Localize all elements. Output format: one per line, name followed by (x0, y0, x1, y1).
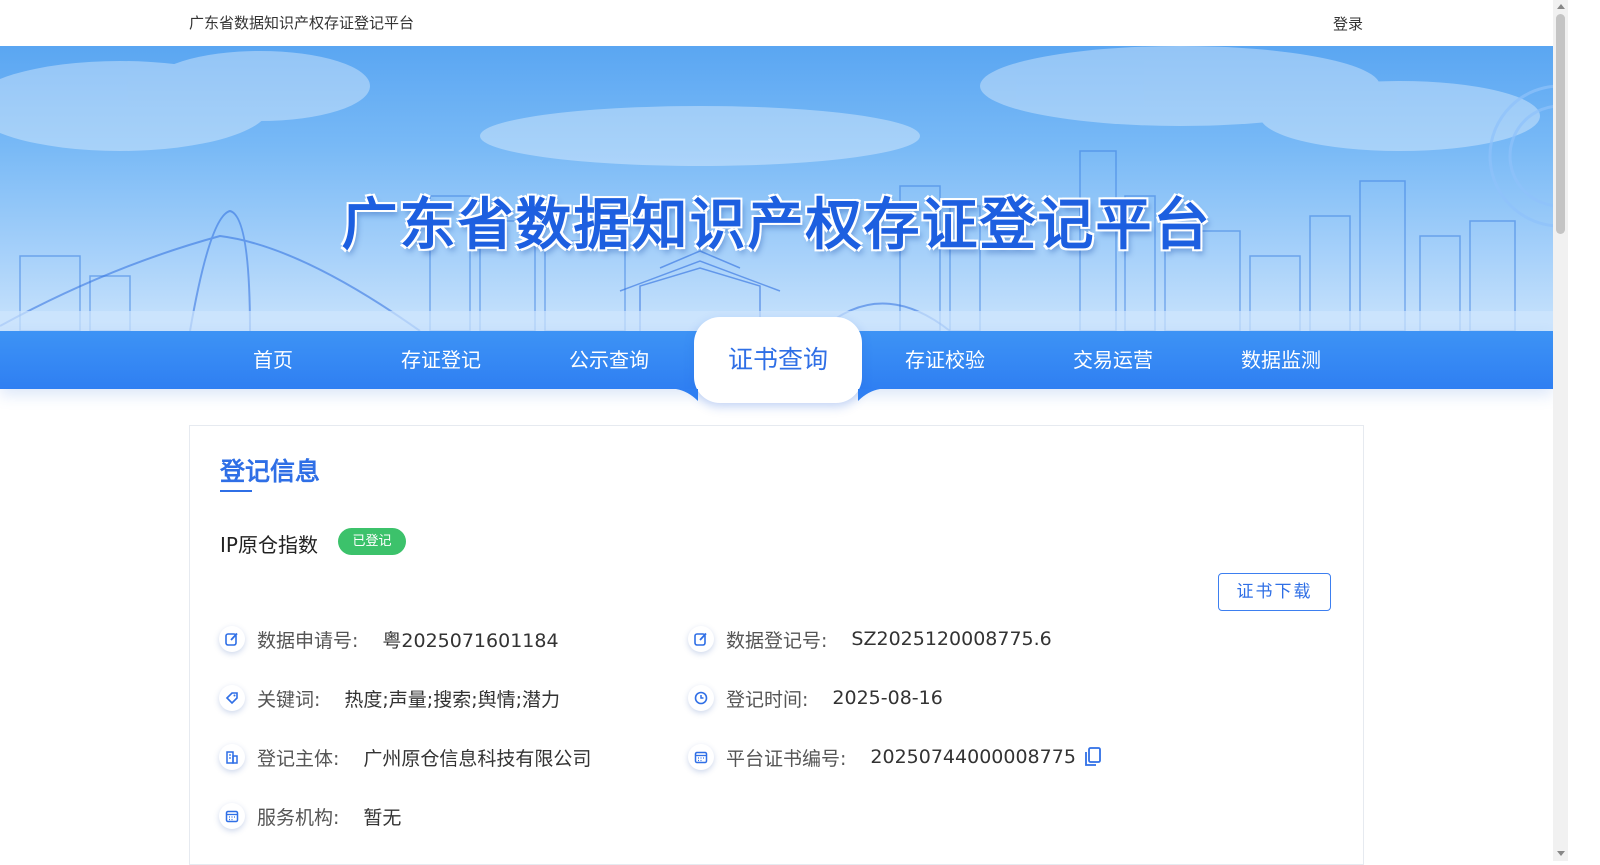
scroll-up-arrow-icon[interactable] (1557, 4, 1565, 9)
scroll-down-arrow-icon[interactable] (1557, 851, 1565, 856)
building-icon (219, 744, 245, 770)
nav-item-evidence-verification[interactable]: 存证校验 (861, 331, 1029, 389)
scrollbar-thumb[interactable] (1556, 14, 1565, 234)
page-scrollbar[interactable] (1553, 0, 1568, 861)
edit-icon (688, 626, 714, 652)
field-label: 服务机构: (257, 806, 340, 829)
field-label: 数据申请号: (257, 629, 359, 652)
nav-active-notch-right (858, 389, 880, 401)
field-value: 广州原仓信息科技有限公司 (363, 747, 592, 770)
calendar-icon (219, 803, 245, 829)
nav-item-home[interactable]: 首页 (189, 331, 357, 389)
field-label: 数据登记号: (726, 629, 828, 652)
field-service-org: 服务机构: 暂无 (219, 801, 401, 831)
field-application-no: 数据申请号: 粤2025071601184 (219, 624, 559, 654)
field-label: 登记主体: (257, 747, 340, 770)
banner-title: 广东省数据知识产权存证登记平台 (341, 193, 1212, 258)
login-link[interactable]: 登录 (1333, 13, 1363, 34)
field-label: 登记时间: (726, 688, 809, 711)
field-registration-time: 登记时间: 2025-08-16 (688, 683, 943, 713)
top-bar: 广东省数据知识产权存证登记平台 登录 (0, 0, 1553, 46)
field-certificate-no: 平台证书编号: 20250744000008775 (688, 742, 1102, 772)
certificate-download-button[interactable]: 证书下载 (1218, 573, 1331, 611)
site-name: 广东省数据知识产权存证登记平台 (189, 14, 415, 32)
nav-item-trade-operation[interactable]: 交易运营 (1029, 331, 1197, 389)
field-registration-no: 数据登记号: SZ2025120008775.6 (688, 624, 1052, 654)
field-keywords: 关键词: 热度;声量;搜索;舆情;潜力 (219, 683, 560, 713)
field-value: 热度;声量;搜索;舆情;潜力 (344, 688, 561, 711)
field-value: 20250744000008775 (870, 746, 1076, 768)
nav-item-data-monitoring[interactable]: 数据监测 (1197, 331, 1365, 389)
section-title-underline (220, 490, 252, 492)
nav-item-evidence-registration[interactable]: 存证登记 (357, 331, 525, 389)
status-badge: 已登记 (338, 528, 406, 555)
nav-active-notch-left (676, 389, 698, 401)
nav-item-public-query[interactable]: 公示查询 (525, 331, 693, 389)
tag-icon (219, 685, 245, 711)
clock-icon (688, 685, 714, 711)
field-label: 平台证书编号: (726, 747, 847, 770)
field-label: 关键词: (257, 688, 321, 711)
field-value: 暂无 (363, 806, 402, 829)
registration-info-card: 登记信息 IP原仓指数 已登记 证书下载 数据申请号: 粤20250716011… (189, 425, 1364, 865)
entry-name: IP原仓指数 (220, 533, 318, 557)
copy-icon[interactable] (1084, 747, 1102, 767)
field-value: SZ2025120008775.6 (851, 628, 1052, 650)
main-nav: 首页 存证登记 公示查询 证书查询 存证校验 交易运营 数据监测 (0, 317, 1553, 403)
section-title: 登记信息 (220, 457, 321, 486)
hero-banner: 广东省数据知识产权存证登记平台 (0, 46, 1553, 331)
edit-icon (219, 626, 245, 652)
calendar-icon (688, 744, 714, 770)
field-value: 2025-08-16 (832, 687, 943, 709)
field-registrant: 登记主体: 广州原仓信息科技有限公司 (219, 742, 591, 772)
nav-item-certificate-query[interactable]: 证书查询 (694, 317, 862, 403)
field-value: 粤2025071601184 (382, 629, 559, 652)
